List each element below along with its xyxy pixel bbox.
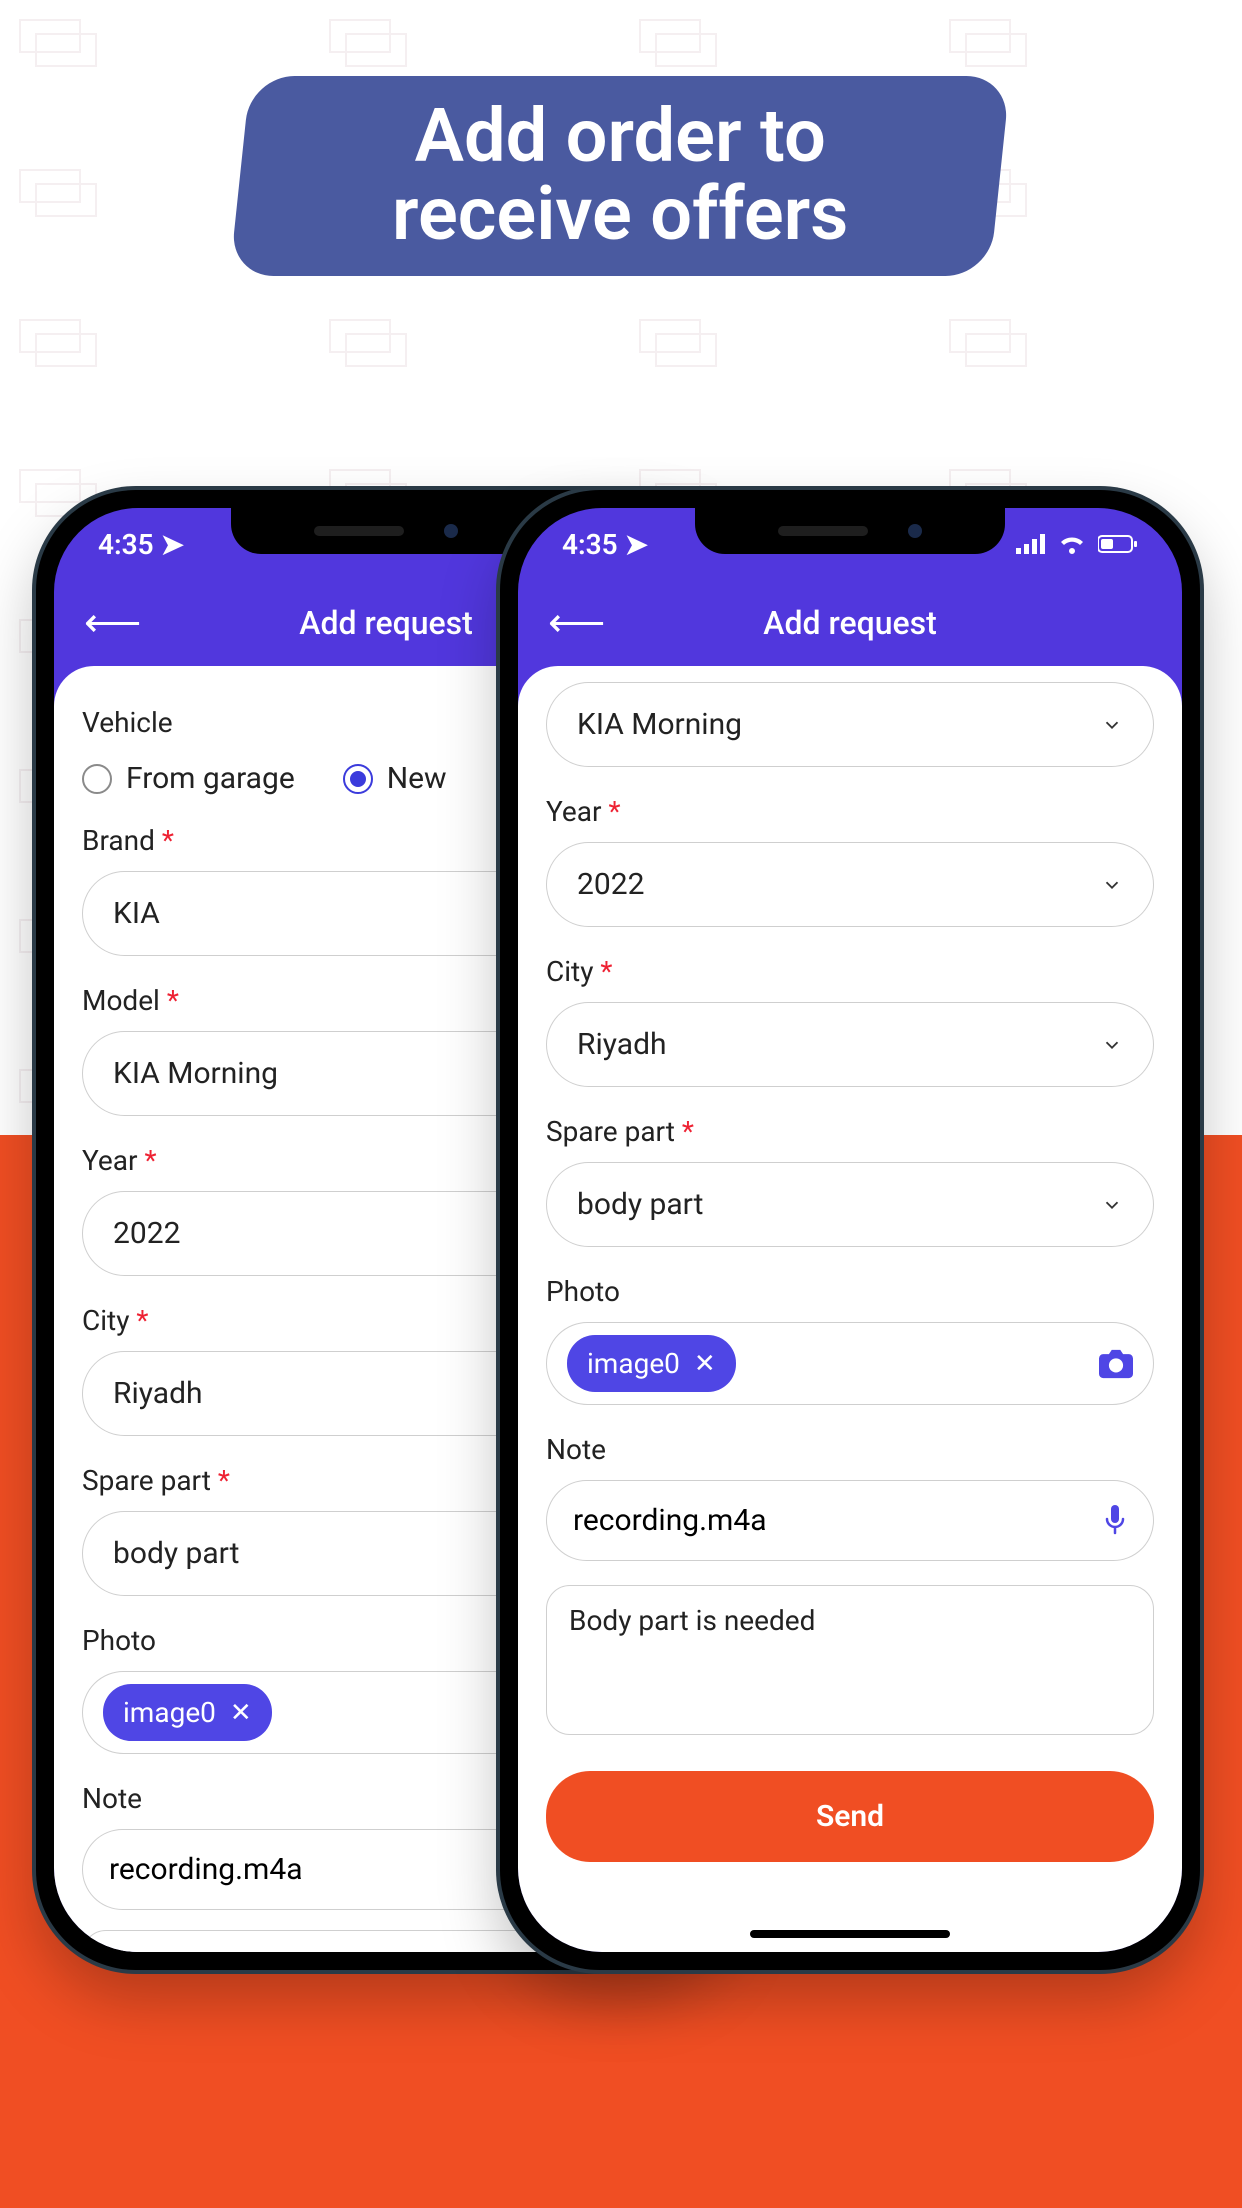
- radio-from-garage[interactable]: From garage: [82, 761, 295, 796]
- banner-line1: Add order to: [392, 98, 848, 176]
- spare-select[interactable]: body part: [546, 1162, 1154, 1247]
- spare-value: body part: [577, 1187, 703, 1222]
- photo-field[interactable]: image0 ✕: [546, 1322, 1154, 1405]
- close-icon[interactable]: ✕: [230, 1698, 252, 1728]
- camera-icon[interactable]: [1099, 1349, 1133, 1379]
- spare-value: body part: [113, 1536, 239, 1571]
- note-text: Body part is needed: [105, 1949, 351, 1952]
- note-audio-value: recording.m4a: [573, 1503, 767, 1538]
- model-value: KIA Morning: [577, 707, 742, 742]
- banner-line2: receive offers: [392, 176, 848, 254]
- radio-new[interactable]: New: [343, 761, 447, 796]
- photo-chip-label: image0: [587, 1347, 680, 1380]
- chevron-down-icon: [1101, 1034, 1123, 1056]
- city-value: Riyadh: [577, 1027, 667, 1062]
- close-icon[interactable]: ✕: [694, 1349, 716, 1379]
- form-content: KIA Morning Year 2022 City Riyadh Spare …: [518, 666, 1182, 1952]
- radio-label: New: [387, 761, 447, 796]
- year-label: Year: [546, 795, 1154, 828]
- status-icons: [1016, 534, 1138, 554]
- home-indicator: [750, 1930, 950, 1938]
- phone-notch: [695, 508, 1005, 554]
- microphone-icon[interactable]: [1103, 1505, 1127, 1537]
- promo-banner: Add order to receive offers: [229, 76, 1010, 276]
- note-audio-field[interactable]: recording.m4a: [546, 1480, 1154, 1561]
- note-textarea[interactable]: Body part is needed: [546, 1585, 1154, 1735]
- signal-icon: [1016, 534, 1046, 554]
- city-label: City: [546, 955, 1154, 988]
- chevron-down-icon: [1101, 874, 1123, 896]
- chevron-down-icon: [1101, 714, 1123, 736]
- year-value: 2022: [113, 1216, 180, 1251]
- send-button[interactable]: Send: [546, 1771, 1154, 1862]
- photo-chip[interactable]: image0 ✕: [567, 1335, 736, 1392]
- note-audio-value: recording.m4a: [109, 1852, 303, 1887]
- model-value: KIA Morning: [113, 1056, 278, 1091]
- note-label: Note: [546, 1433, 1154, 1466]
- location-icon: ➤: [625, 528, 648, 561]
- send-label: Send: [816, 1799, 884, 1834]
- phone-notch: [231, 508, 541, 554]
- model-select[interactable]: KIA Morning: [546, 682, 1154, 767]
- note-text: Body part is needed: [569, 1604, 815, 1637]
- radio-icon: [343, 764, 373, 794]
- page-title: Add request: [518, 604, 1182, 642]
- chevron-down-icon: [1101, 1194, 1123, 1216]
- status-time: 4:35: [98, 528, 154, 561]
- wifi-icon: [1058, 534, 1086, 554]
- app-topbar: ⟵ Add request: [518, 580, 1182, 666]
- year-select[interactable]: 2022: [546, 842, 1154, 927]
- photo-label: Photo: [546, 1275, 1154, 1308]
- brand-value: KIA: [113, 896, 160, 931]
- city-select[interactable]: Riyadh: [546, 1002, 1154, 1087]
- spare-label: Spare part: [546, 1115, 1154, 1148]
- city-value: Riyadh: [113, 1376, 203, 1411]
- photo-chip[interactable]: image0 ✕: [103, 1684, 272, 1741]
- location-icon: ➤: [161, 528, 184, 561]
- photo-chip-label: image0: [123, 1696, 216, 1729]
- year-value: 2022: [577, 867, 644, 902]
- radio-icon: [82, 764, 112, 794]
- status-time: 4:35: [562, 528, 618, 561]
- phone-mockup-right: 4:35 ➤ ⟵ Add request KIA Morning Year: [500, 490, 1200, 1970]
- battery-icon: [1098, 534, 1138, 554]
- radio-label: From garage: [126, 761, 295, 796]
